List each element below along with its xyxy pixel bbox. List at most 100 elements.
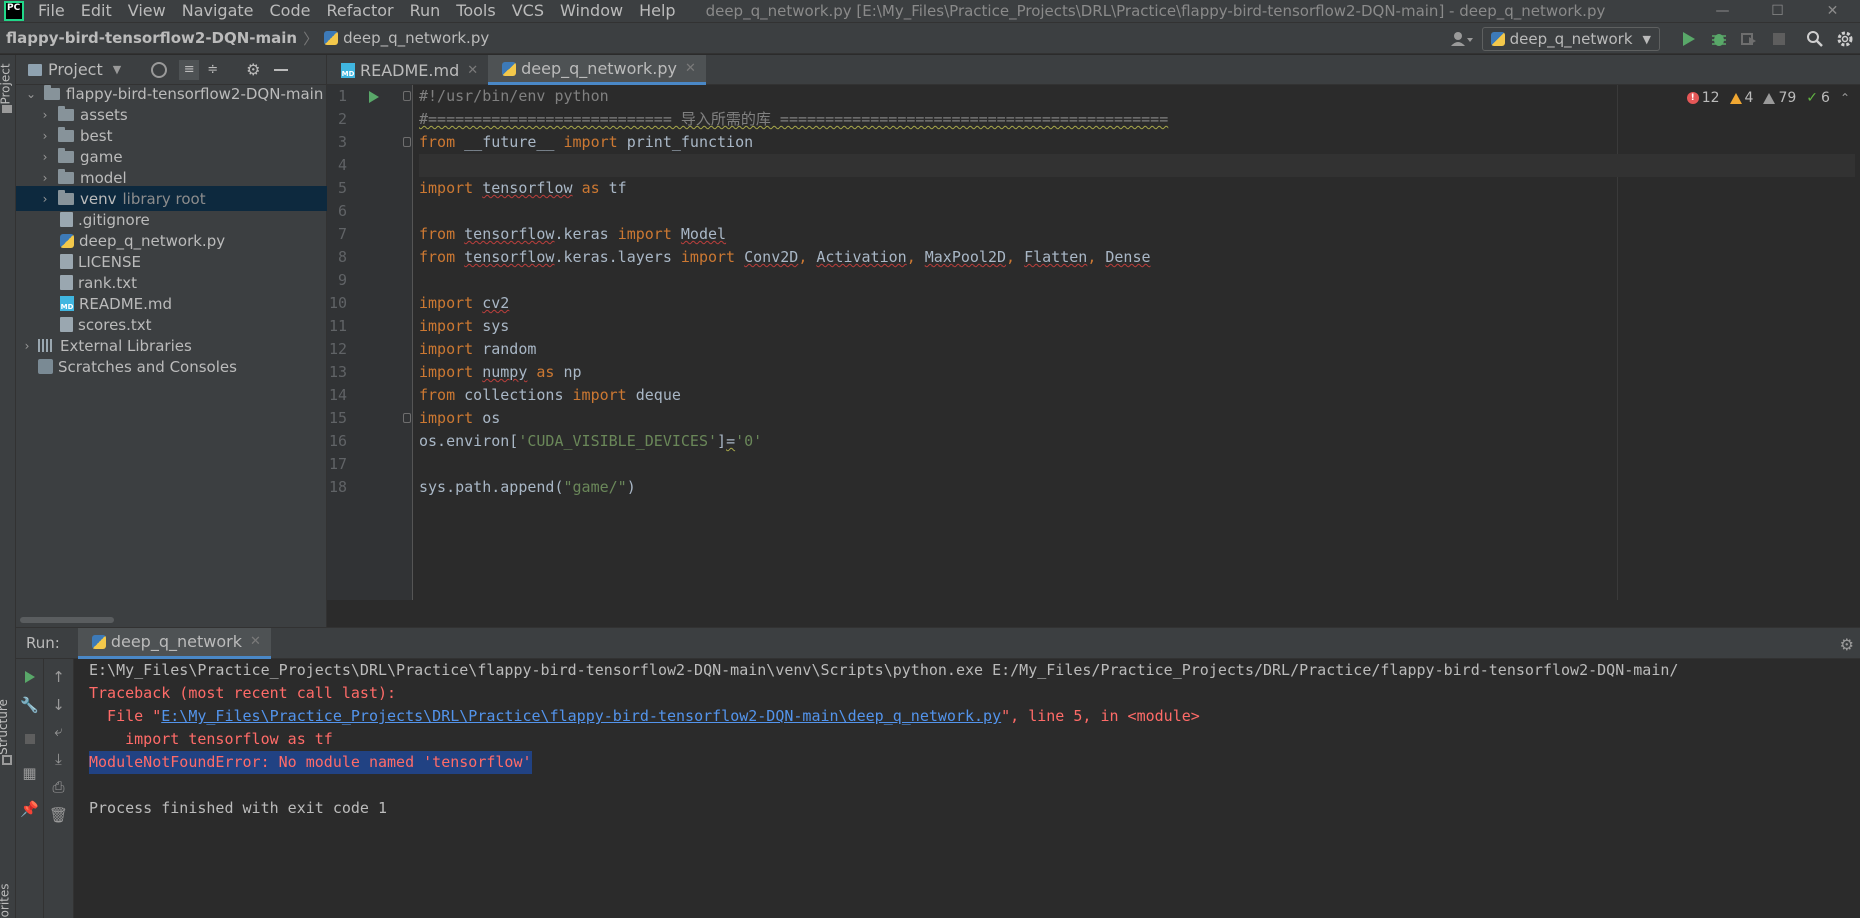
fold-icon[interactable] — [403, 91, 411, 101]
scroll-to-end-icon[interactable]: ⤓ — [44, 747, 73, 771]
fold-icon[interactable] — [403, 413, 411, 423]
project-tool-window-tab[interactable]: Project — [0, 63, 13, 104]
chevron-right-icon[interactable]: › — [20, 339, 34, 353]
left-tool-stripe: Project Structure vorites — [0, 55, 16, 918]
maximize-button[interactable]: ☐ — [1750, 0, 1805, 22]
code-area[interactable]: #!/usr/bin/env python #=================… — [419, 85, 1855, 600]
errors-count[interactable]: ! 12 — [1686, 90, 1720, 106]
minimize-button[interactable]: — — [1695, 0, 1750, 22]
menu-view[interactable]: View — [120, 0, 174, 22]
hide-panel-icon[interactable] — [274, 68, 289, 71]
menu-tools[interactable]: Tools — [448, 0, 503, 22]
unresolved-module: tensorflow — [482, 179, 573, 197]
close-tab-icon[interactable]: ✕ — [685, 61, 696, 76]
file-link[interactable]: E:\My_Files\Practice_Projects\DRL\Practi… — [161, 707, 1001, 725]
run-panel-header: Run: deep_q_network ✕ ⚙ — [16, 627, 1860, 659]
line-number: 17 — [328, 455, 347, 473]
chevron-right-icon[interactable]: › — [38, 150, 52, 164]
editor-tab-bar: MD README.md ✕ deep_q_network.py ✕ — [327, 55, 1860, 85]
module-name: .keras.layers — [554, 248, 681, 266]
stop-icon[interactable] — [16, 727, 43, 751]
breadcrumb-project[interactable]: flappy-bird-tensorflow2-DQN-main — [6, 29, 297, 47]
chevron-right-icon[interactable]: › — [38, 171, 52, 185]
chevron-down-icon[interactable]: ⌄ — [24, 87, 38, 101]
close-tab-icon[interactable]: ✕ — [467, 63, 478, 78]
chevron-down-icon[interactable]: ▼ — [113, 63, 121, 76]
menu-bar: PC File Edit View Navigate Code Refactor… — [0, 0, 1860, 22]
tab-readme[interactable]: MD README.md ✕ — [327, 55, 488, 85]
breadcrumb-file[interactable]: deep_q_network.py — [324, 29, 489, 47]
soft-wrap-icon[interactable]: ⤶ — [44, 719, 73, 743]
code-line-2: #=========================== 导入所需的库 ====… — [419, 108, 1855, 131]
code-line-3: from __future__ import print_function — [419, 131, 1855, 154]
string-literal: 'CUDA_VISIBLE_DEVICES' — [518, 432, 718, 450]
project-panel-title[interactable]: Project — [48, 60, 103, 79]
line-number: 1 — [337, 87, 347, 105]
weak-warnings-count[interactable]: 79 — [1763, 90, 1796, 106]
print-icon[interactable]: ⎙ — [44, 775, 73, 799]
warnings-count[interactable]: 4 — [1729, 90, 1754, 106]
rerun-icon[interactable] — [16, 665, 43, 689]
structure-tool-window-tab[interactable]: Structure — [0, 699, 10, 755]
bracket: ] — [717, 432, 727, 450]
inspection-widget[interactable]: ! 12 4 79 ✓ 6 ⌃ — [1686, 90, 1850, 106]
code-line-8: from tensorflow.keras.layers import Conv… — [419, 246, 1855, 269]
menu-run[interactable]: Run — [402, 0, 449, 22]
settings-gear-icon[interactable] — [1830, 24, 1860, 54]
menu-file[interactable]: File — [30, 0, 73, 22]
menu-vcs[interactable]: VCS — [504, 0, 552, 22]
run-toolbar-primary: 🔧 ▦ 📌 — [16, 659, 44, 918]
search-everywhere-icon[interactable] — [1800, 24, 1830, 54]
tab-deep-q-network[interactable]: deep_q_network.py ✕ — [488, 55, 706, 85]
module-name: os — [473, 409, 501, 427]
menu-navigate[interactable]: Navigate — [174, 0, 262, 22]
debug-icon[interactable] — [1704, 24, 1734, 54]
wrench-icon[interactable]: 🔧 — [16, 693, 43, 717]
favorites-tool-window-tab[interactable]: vorites — [0, 883, 12, 918]
code-editor[interactable]: 1 2 3 4 5 6 7 8 9 10 11 12 13 14 15 16 1… — [327, 85, 1860, 600]
run-tab[interactable]: deep_q_network ✕ — [77, 627, 271, 659]
menu-edit[interactable]: Edit — [73, 0, 120, 22]
user-account-icon[interactable] — [1442, 24, 1482, 54]
keyword: from — [419, 225, 456, 243]
warnings-label: 4 — [1744, 90, 1754, 106]
unresolved-module: cv2 — [482, 294, 510, 312]
chevron-right-icon[interactable]: › — [38, 108, 52, 122]
run-gutter-icon[interactable] — [368, 90, 380, 108]
expand-all-icon[interactable]: ≡ — [179, 59, 200, 80]
run-with-coverage-icon[interactable] — [1734, 24, 1764, 54]
console-output[interactable]: E:\My_Files\Practice_Projects\DRL\Practi… — [74, 659, 1860, 918]
typos-count[interactable]: ✓ 6 — [1806, 90, 1830, 106]
fold-icon[interactable] — [403, 137, 411, 147]
unresolved-reference: Conv2D — [744, 248, 799, 266]
run-icon[interactable] — [1674, 24, 1704, 54]
menu-window[interactable]: Window — [552, 0, 631, 22]
line-number: 14 — [328, 386, 347, 404]
trash-icon[interactable]: 🗑 — [44, 803, 73, 827]
chevron-up-icon[interactable]: ⌃ — [1840, 91, 1850, 105]
chevron-right-icon[interactable]: › — [38, 192, 52, 206]
chevron-right-icon[interactable]: › — [38, 129, 52, 143]
arrow-up-icon[interactable]: ↑ — [44, 665, 73, 689]
layout-icon[interactable]: ▦ — [16, 761, 43, 785]
menu-help[interactable]: Help — [631, 0, 683, 22]
menu-code[interactable]: Code — [262, 0, 319, 22]
markdown-file-icon: MD — [341, 62, 355, 78]
gear-icon[interactable]: ⚙ — [246, 60, 260, 79]
collapse-all-icon[interactable]: ≑ — [207, 62, 218, 77]
arrow-down-icon[interactable]: ↓ — [44, 693, 73, 717]
folder-icon — [44, 84, 60, 100]
horizontal-scrollbar[interactable] — [20, 617, 114, 623]
pin-icon[interactable]: 📌 — [16, 797, 43, 821]
close-tab-icon[interactable]: ✕ — [250, 634, 261, 649]
close-window-button[interactable]: ✕ — [1805, 0, 1860, 22]
tree-item-scratches[interactable]: Scratches and Consoles — [16, 354, 327, 379]
weak-warning-icon — [1763, 92, 1776, 104]
gear-icon[interactable]: ⚙ — [1840, 635, 1854, 654]
run-configuration-select[interactable]: deep_q_network ▼ — [1481, 27, 1660, 51]
stop-icon[interactable] — [1764, 24, 1794, 54]
locate-file-icon[interactable] — [151, 61, 168, 78]
menu-refactor[interactable]: Refactor — [318, 0, 401, 22]
